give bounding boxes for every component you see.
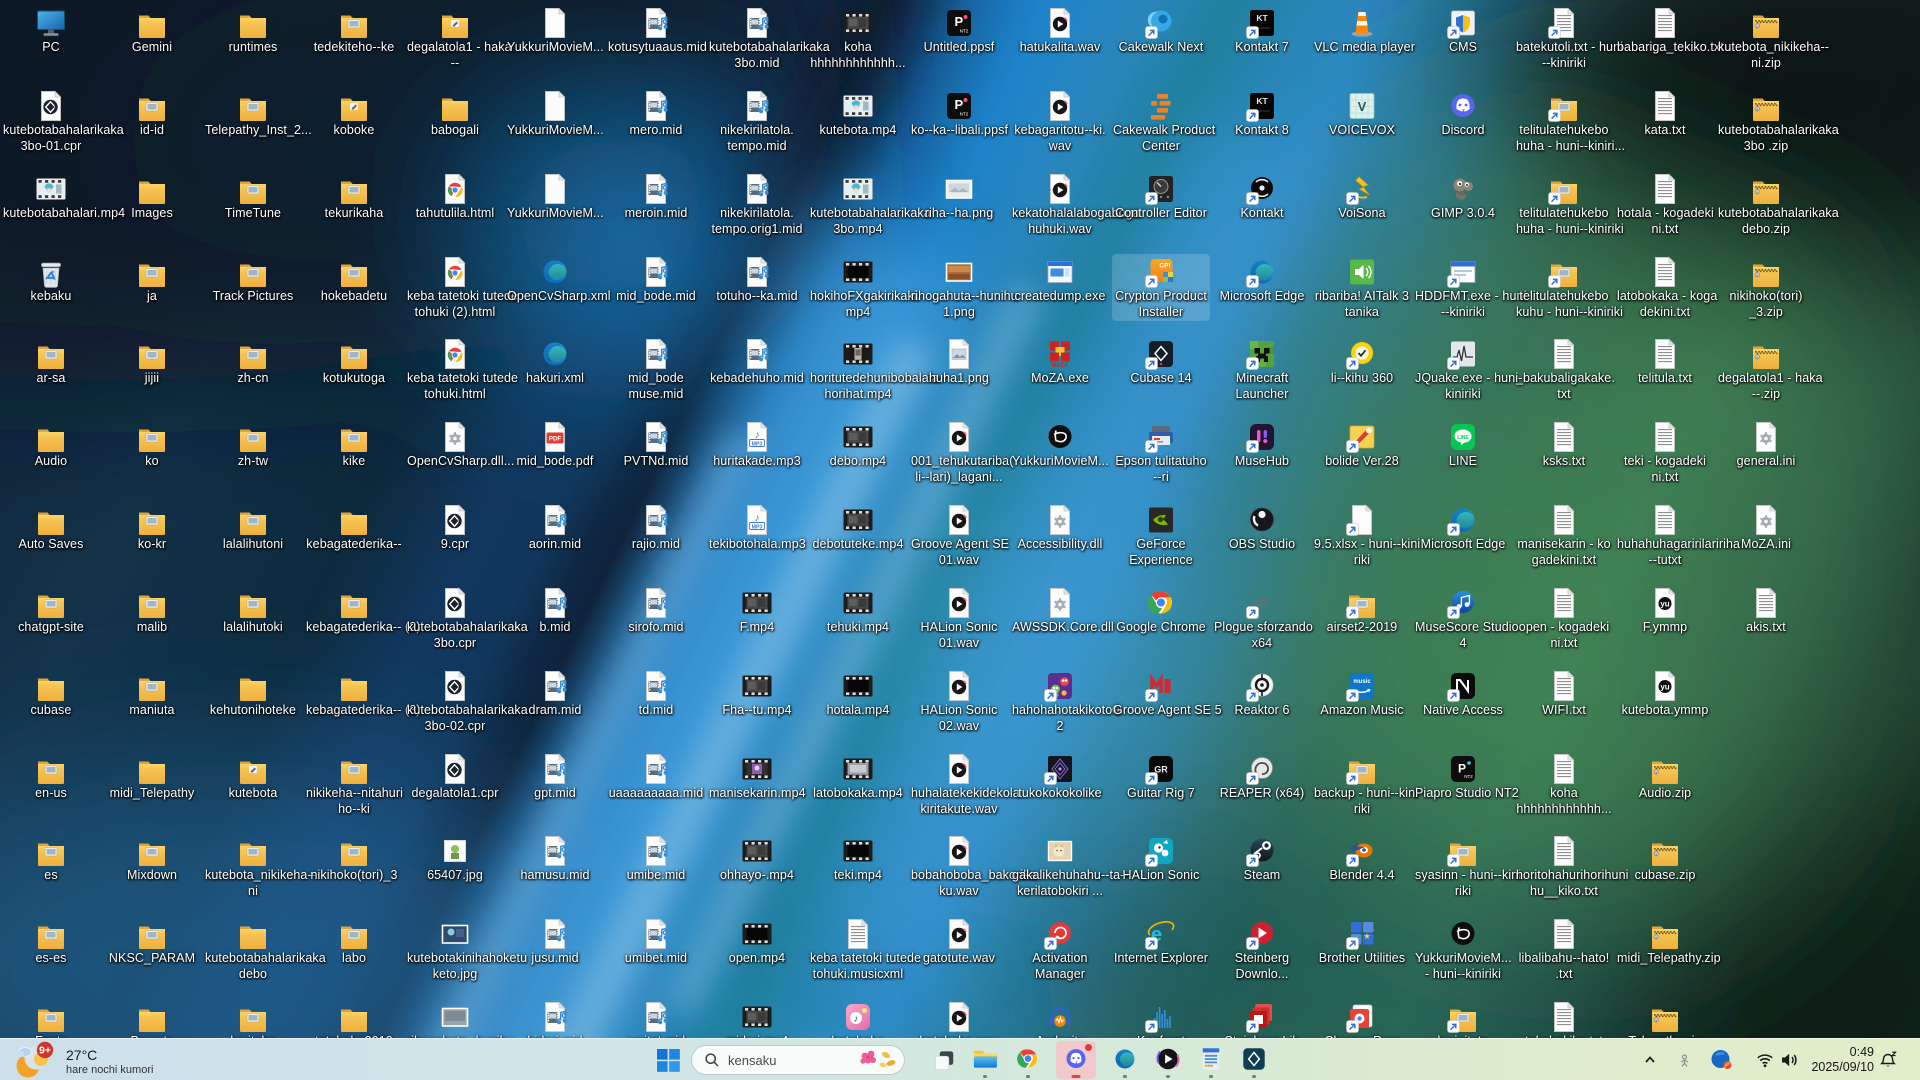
svg-text:9+: 9+	[39, 1045, 51, 1057]
